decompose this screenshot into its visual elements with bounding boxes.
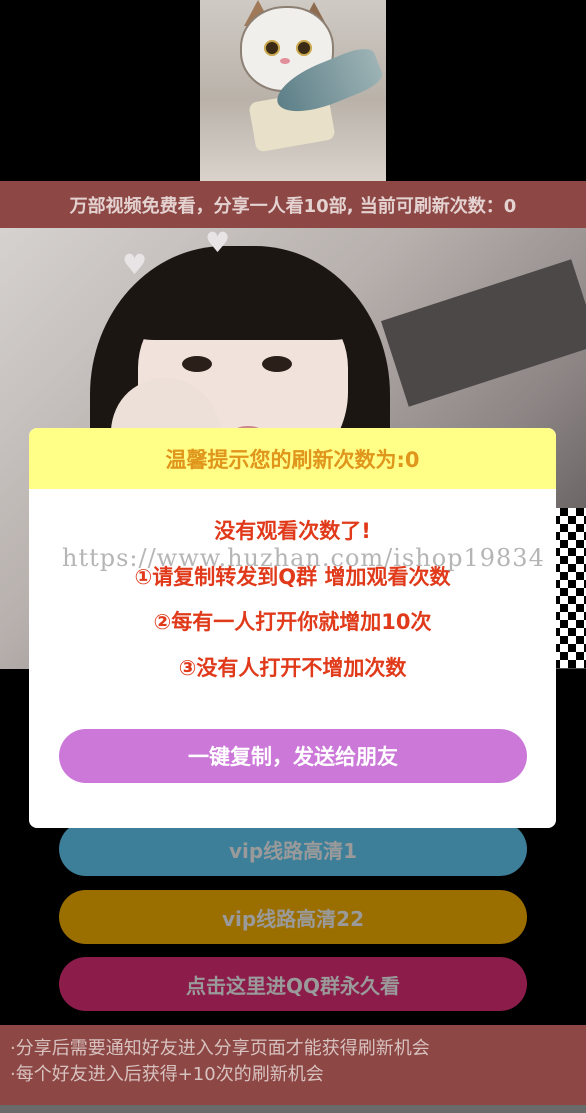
modal-step-3: ③没有人打开不增加次数 [178,656,407,680]
copy-and-share-button[interactable]: 一键复制，发送给朋友 [59,729,527,783]
cat-eye-left [264,40,280,56]
modal-step-2: ②每有一人打开你就增加10次 [153,610,432,634]
copy-and-share-label: 一键复制，发送给朋友 [188,745,398,769]
notice-text: 万部视频免费看，分享一人看10部, 当前可刷新次数：0 [69,195,517,217]
join-qq-group-label: 点击这里进QQ群永久看 [185,973,400,998]
cat-nose [280,58,290,64]
girl-eye-left [182,356,212,372]
vip-line-22-button[interactable]: vip线路高清22 [59,890,527,944]
vip-line-22-label: vip线路高清22 [221,906,365,931]
cat-eye-right [296,40,312,56]
cat-thumbnail-image [200,0,386,181]
modal-header: 温馨提示您的刷新次数为:0 [29,428,556,489]
vip-line-1-label: vip线路高清1 [228,838,358,863]
watermark-text: https://www.huzhan.com/ishop19834 [62,544,545,572]
instruction-line: ·分享后需要通知好友进入分享页面才能获得刷新机会 [10,1038,430,1059]
join-qq-group-button[interactable]: 点击这里进QQ群永久看 [59,957,527,1011]
girl-eye-right [262,356,292,372]
refresh-count-notice: 万部视频免费看，分享一人看10部, 当前可刷新次数：0 [0,181,586,228]
refresh-tip-modal: 温馨提示您的刷新次数为:0 没有观看次数了! ①请复制转发到Q群 增加观看次数 … [29,428,556,828]
footer-divider [0,1105,586,1113]
heart-sticker-icon: ♥ [122,248,148,281]
share-instructions: ·分享后需要通知好友进入分享页面才能获得刷新机会 ·每个好友进入后获得+10次的… [0,1025,586,1105]
heart-sticker-icon: ♥ [205,228,231,259]
background-strip [380,259,586,407]
modal-title: 温馨提示您的刷新次数为:0 [165,447,420,472]
instruction-line: ·每个好友进入后获得+10次的刷新机会 [10,1064,324,1085]
girl-bangs [132,270,354,340]
modal-message: 没有观看次数了! [214,519,371,543]
vip-line-1-button[interactable]: vip线路高清1 [59,822,527,876]
